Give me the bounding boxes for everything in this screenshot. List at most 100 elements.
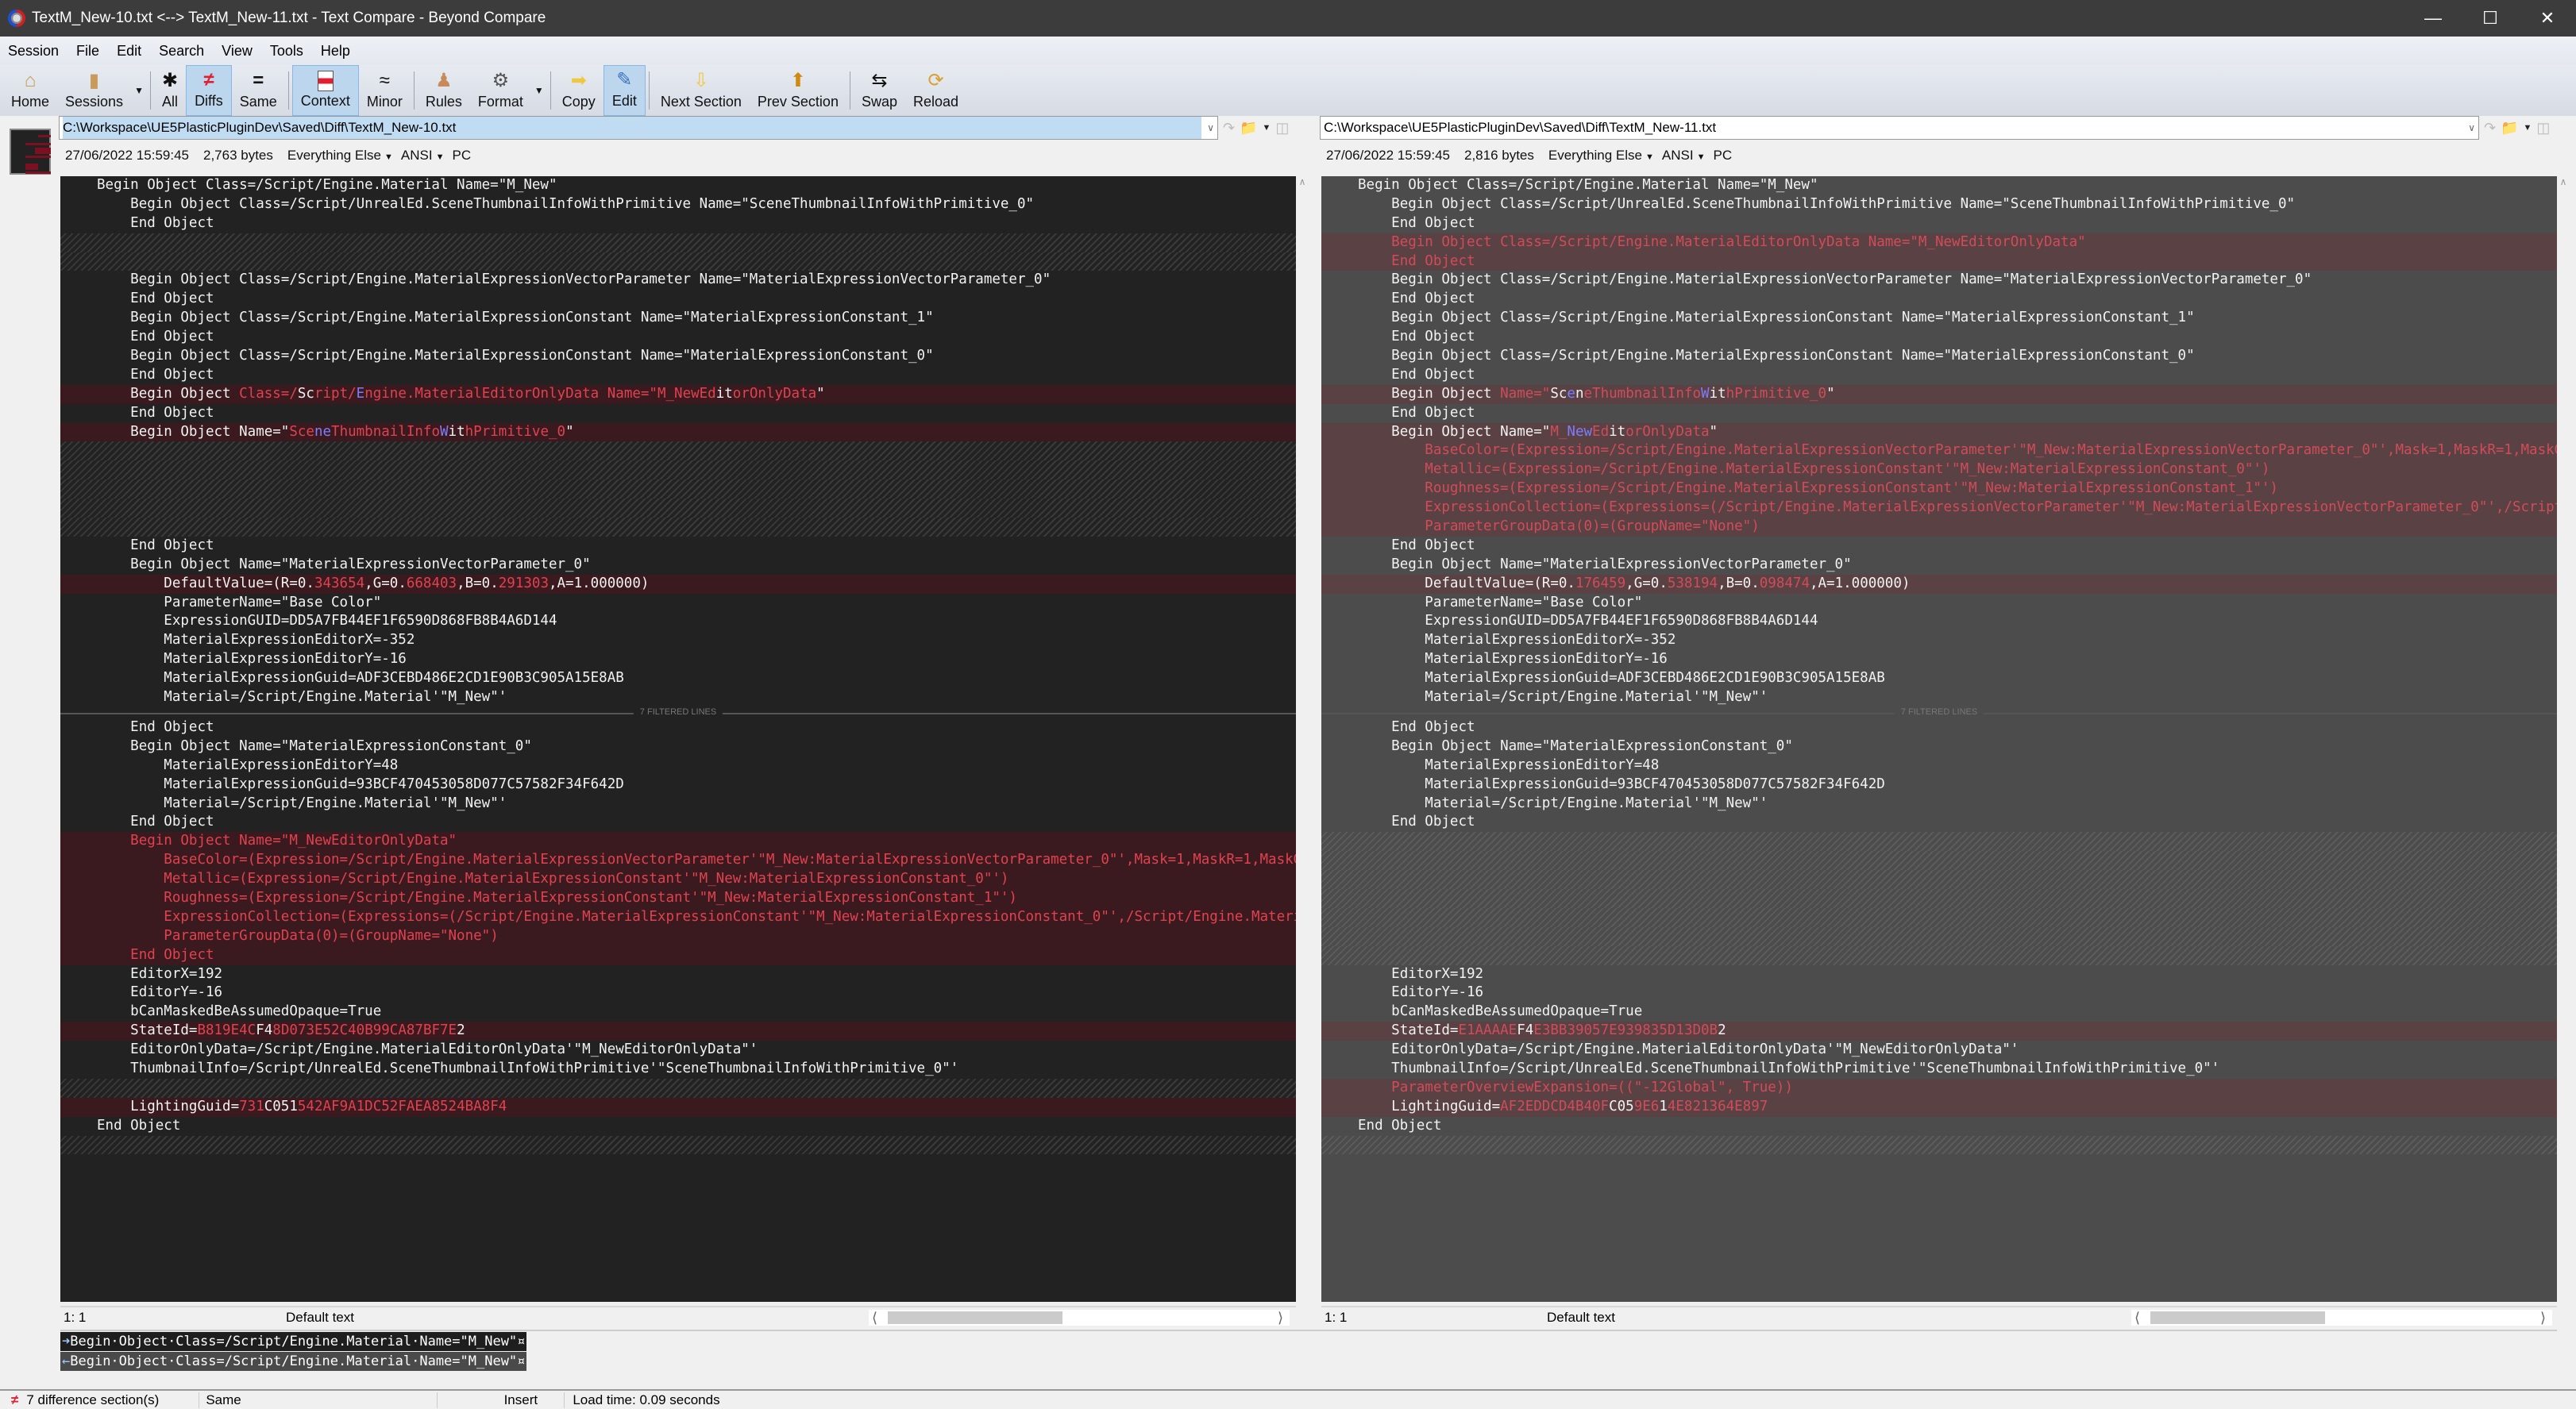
left-path-dropdown-icon[interactable]: ∨ (1207, 117, 1214, 139)
code-line: Material=/Script/Engine.Material'"M_New"… (60, 795, 1296, 814)
right-next-icon[interactable]: ↷ (2484, 120, 2496, 137)
menu-session[interactable]: Session (8, 43, 59, 60)
code-line: MaterialExpressionEditorX=-352 (1321, 631, 2557, 650)
missing-line-placeholder: ⬅ (1321, 832, 2557, 852)
left-text-pane[interactable]: Begin Object Class=/Script/Engine.Materi… (60, 176, 1296, 1302)
text: Begin Object Class=/Script/Engine.Materi… (1391, 271, 2312, 288)
pencil-icon: ✎ (616, 69, 633, 90)
rules-button[interactable]: ♟ Rules (418, 65, 470, 116)
diff-overview-thumbnail[interactable] (10, 129, 51, 175)
missing-line-placeholder (60, 460, 1296, 480)
text: DefaultValue=(R=0. (1425, 575, 1575, 591)
text: MaterialExpressionEditorX=-352 (1425, 632, 1676, 649)
right-text-pane[interactable]: Begin Object Class=/Script/Engine.Materi… (1321, 176, 2557, 1302)
text: End Object (130, 214, 214, 231)
text: Metallic=(Expression=/Script/Engine.Mate… (164, 871, 1009, 887)
left-scroll-thumb[interactable] (888, 1311, 1062, 1324)
right-path-dropdown-icon[interactable]: ∨ (2468, 117, 2475, 139)
left-open-folder-icon[interactable]: 📁 (1240, 120, 1257, 137)
right-save-icon[interactable]: ◫ (2536, 120, 2550, 137)
missing-line-placeholder: ➡ (60, 1078, 1296, 1098)
right-horizontal-scrollbar[interactable]: ⟨ ⟩ (2131, 1310, 2552, 1326)
sessions-button[interactable]: ▮ Sessions (57, 65, 131, 116)
text: ExpressionCollection=(Expressions=(/Scri… (164, 908, 1296, 925)
reload-button[interactable]: ⟳ Reload (905, 65, 966, 116)
text: BaseColor=(Expression=/Script/Engine.Mat… (1425, 442, 2557, 459)
text: EditorOnlyData=/Script/Engine.MaterialEd… (130, 1041, 758, 1058)
toolbar-separator (287, 71, 289, 110)
left-horizontal-scrollbar[interactable]: ⟨ ⟩ (869, 1310, 1290, 1326)
minimize-button[interactable]: — (2404, 8, 2462, 29)
scroll-right-icon[interactable]: ⟩ (1278, 1310, 1283, 1326)
sessions-dropdown-icon[interactable]: ▼ (134, 85, 144, 96)
menu-file[interactable]: File (76, 43, 99, 60)
menu-tools[interactable]: Tools (270, 43, 303, 60)
menu-search[interactable]: Search (159, 43, 204, 60)
menu-help[interactable]: Help (321, 43, 350, 60)
code-line: EditorX=192 (60, 965, 1296, 984)
home-button[interactable]: ⌂ Home (3, 65, 57, 116)
right-scroll-thumb[interactable] (2150, 1311, 2325, 1324)
code-line: EditorY=-16 (60, 984, 1296, 1003)
code-line: LightingGuid=AF2EDDCD4B40FC059E614E82136… (1321, 1097, 2557, 1117)
text: " (816, 385, 825, 402)
load-time: Load time: 0.09 seconds (573, 1392, 720, 1407)
right-file-info: 27/06/2022 15:59:45 2,816 bytes Everythi… (1326, 146, 1732, 165)
edit-button[interactable]: ✎ Edit (603, 65, 646, 116)
scroll-left-icon[interactable]: ⟨ (872, 1310, 877, 1326)
context-button[interactable]: Context (291, 65, 359, 116)
diff-text: M_ (1550, 423, 1568, 440)
text: ParameterGroupData(0)=(GroupName="None") (1425, 518, 1760, 535)
right-folder-dropdown-icon[interactable]: ▼ (2524, 123, 2532, 133)
menu-edit[interactable]: Edit (117, 43, 141, 60)
left-size: 2,763 bytes (202, 148, 273, 163)
all-button[interactable]: ✱ All (154, 65, 186, 116)
format-dropdown-icon[interactable]: ▼ (534, 85, 544, 96)
text: ExpressionGUID=DD5A7FB44EF1F6590D868FB8B… (1425, 613, 1818, 629)
text: Roughness=(Expression=/Script/Engine.Mat… (164, 889, 1017, 906)
text: ,A=1.000000) (548, 575, 650, 591)
diffs-button[interactable]: ≠ Diffs (186, 65, 232, 116)
right-path-input[interactable]: C:\Workspace\UE5PlasticPluginDev\Saved\D… (1320, 116, 2479, 140)
code-line: Begin Object Class=/Script/UnrealEd.Scen… (60, 195, 1296, 214)
swap-button[interactable]: ⇆ Swap (854, 65, 905, 116)
left-folder-dropdown-icon[interactable]: ▼ (1263, 123, 1271, 133)
same-button[interactable]: = Same (232, 65, 285, 116)
code-line: Roughness=(Expression=/Script/Engine.Mat… (1321, 479, 2557, 499)
left-vertical-scrollbar[interactable]: ∧ (1296, 176, 1309, 1302)
right-encoding-select[interactable]: ANSI ▼ (1662, 148, 1706, 164)
code-line: Begin Object Name="SceneThumbnailInfoWit… (1321, 384, 2557, 404)
minor-diff-text: E (356, 385, 365, 402)
diff-text: 098474 (1759, 575, 1810, 591)
right-line-ending[interactable]: PC (1713, 148, 1732, 164)
left-path-input[interactable]: C:\Workspace\UE5PlasticPluginDev\Saved\D… (59, 116, 1218, 140)
scroll-left-icon[interactable]: ⟨ (2134, 1310, 2140, 1326)
text: Begin Object Class=/Script/Engine.Materi… (1391, 348, 2195, 364)
arrow-right-icon: ➜ (62, 1334, 71, 1349)
code-line: Material=/Script/Engine.Material'"M_New"… (1321, 688, 2557, 707)
right-format-select[interactable]: Everything Else ▼ (1548, 148, 1654, 164)
copy-button[interactable]: ➡ Copy (554, 65, 604, 116)
left-encoding-select[interactable]: ANSI ▼ (401, 148, 445, 164)
left-path-tools: ↷ 📁 ▼ ◫ (1223, 116, 1289, 140)
text: Begin Object (130, 385, 240, 402)
close-button[interactable]: ✕ (2519, 8, 2576, 29)
left-format-select[interactable]: Everything Else ▼ (287, 148, 393, 164)
diff-text: 542AF9A1DC52FAEA8524BA8F4 (297, 1098, 507, 1114)
next-section-button[interactable]: ⇩ Next Section (653, 65, 750, 116)
menu-view[interactable]: View (222, 43, 253, 60)
maximize-button[interactable]: ☐ (2462, 8, 2519, 29)
diff-count: 7 difference section(s) (26, 1392, 200, 1408)
scroll-right-icon[interactable]: ⟩ (2540, 1310, 2546, 1326)
not-equal-icon: ≠ (11, 1392, 19, 1407)
minor-button[interactable]: ≈ Minor (359, 65, 411, 116)
code-line: Metallic=(Expression=/Script/Engine.Mate… (60, 870, 1296, 889)
left-line-ending[interactable]: PC (452, 148, 471, 164)
prev-section-button[interactable]: ⬆ Prev Section (750, 65, 846, 116)
format-button[interactable]: ⚙ Format (470, 65, 531, 116)
arrow-up-icon: ⬆ (789, 70, 806, 91)
right-vertical-scrollbar[interactable]: ∧ (2557, 176, 2570, 1302)
left-save-icon[interactable]: ◫ (1275, 120, 1289, 137)
left-next-icon[interactable]: ↷ (1223, 120, 1235, 137)
right-open-folder-icon[interactable]: 📁 (2501, 120, 2518, 137)
